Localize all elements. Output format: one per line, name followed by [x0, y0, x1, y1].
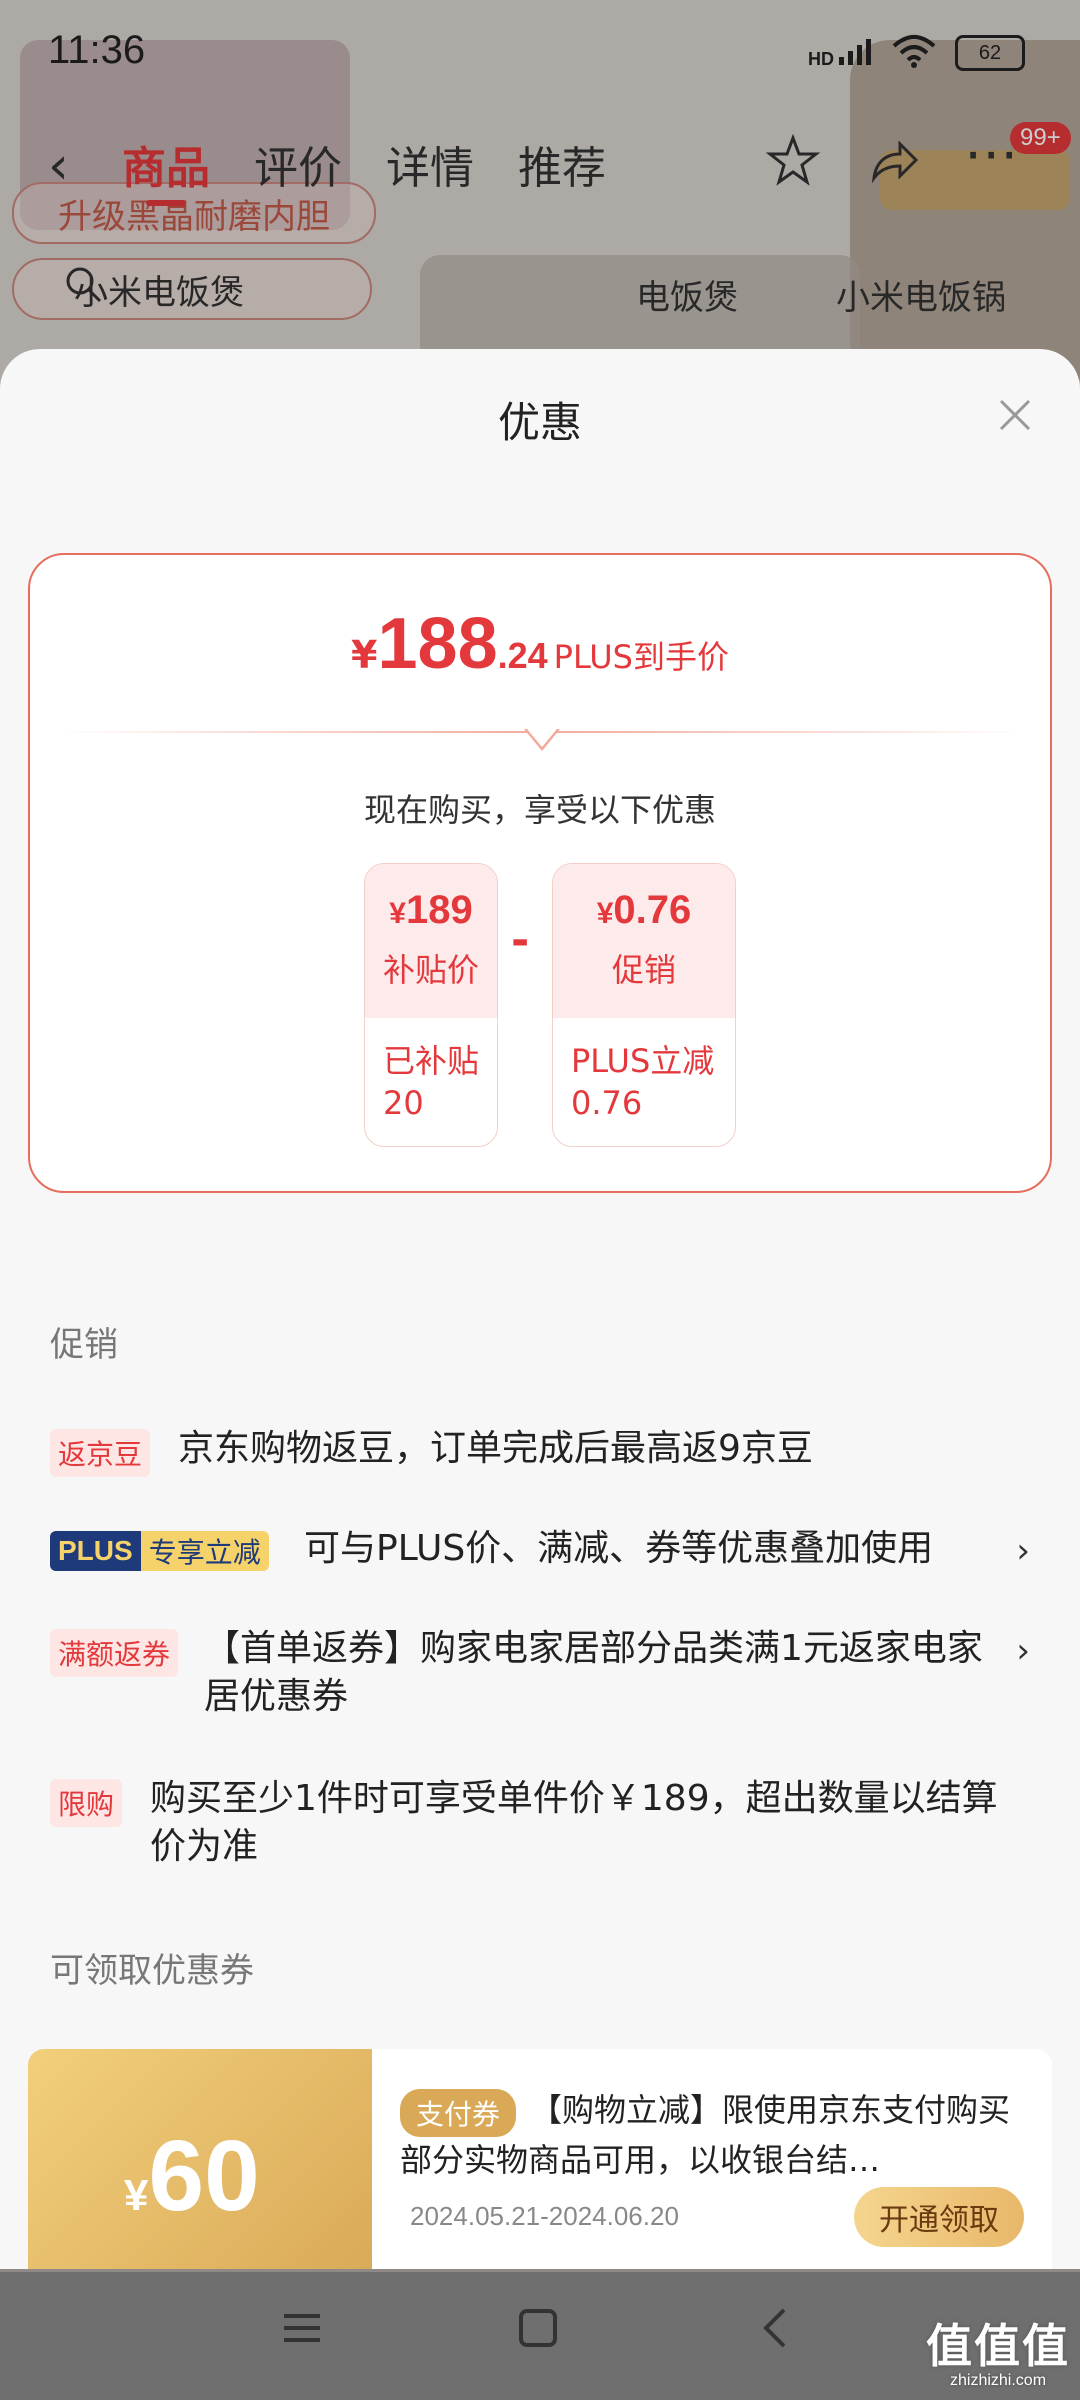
final-price: ¥188.24 PLUS到手价 — [351, 604, 729, 684]
coupon-section-title: 可领取优惠券 — [50, 1951, 254, 1991]
close-icon[interactable] — [998, 393, 1032, 439]
promo-row-purchase-limit: 限购 购买至少1件时可享受单件价￥189，超出数量以结算价为准 — [50, 1778, 1030, 1879]
sheet-title: 优惠 — [497, 398, 582, 447]
watermark-logo: 值值值 — [926, 2319, 1070, 2373]
coupon-card: ¥60 【购物立减】限使用京东支付购买部分实物商品可用，以收银台结… 支付券 2… — [28, 2049, 1052, 2269]
claim-coupon-button[interactable]: 开通领取 — [854, 2187, 1024, 2247]
system-nav-bar — [0, 2272, 1080, 2400]
watermark-url: zhizhizhi.com — [950, 2372, 1047, 2389]
promo-text: 购买至少1件时可享受单件价￥189，超出数量以结算价为准 — [150, 1778, 998, 1867]
subsidy-detail: 已补贴20 — [383, 1042, 480, 1122]
coupon-amount-panel: ¥60 — [28, 2049, 372, 2269]
promo-discount-detail: PLUS立减0.76 — [571, 1042, 715, 1122]
promo-row-jingdou: 返京豆 京东购物返豆，订单完成后最高返9京豆 — [50, 1428, 1030, 1479]
promo-tag: 限购 — [50, 1779, 123, 1827]
coupon-type-tag: 支付券 — [400, 2089, 517, 2137]
menu-icon[interactable] — [282, 2302, 322, 2360]
promo-section-title: 促销 — [50, 1325, 118, 1365]
coupon-amount: ¥60 — [124, 2120, 260, 2232]
discount-intro: 现在购买，享受以下优惠 — [363, 791, 716, 829]
plus-tag: PLUS 专享立减 — [50, 1531, 269, 1571]
promo-row-plus[interactable]: PLUS 专享立减 可与PLUS价、满减、券等优惠叠加使用 › — [50, 1528, 1030, 1579]
home-icon[interactable] — [518, 2302, 558, 2360]
promo-tag: 返京豆 — [50, 1429, 151, 1477]
promo-row-coupon-return[interactable]: 满额返券 【首单返券】购家电家居部分品类满1元返家电家居优惠券 › — [50, 1628, 1030, 1729]
price-summary-card: ¥188.24 PLUS到手价 现在购买，享受以下优惠 ¥189 补贴价 已补贴2… — [28, 553, 1052, 1193]
promo-text: 可与PLUS价、满减、券等优惠叠加使用 — [304, 1528, 934, 1569]
chevron-right-icon[interactable]: › — [1016, 1631, 1030, 1671]
promo-tag: 满额返券 — [50, 1629, 179, 1677]
coupon-date-range: 2024.05.21-2024.06.20 — [410, 2201, 679, 2231]
promo-text: 【首单返券】购家电家居部分品类满1元返家电家居优惠券 — [204, 1628, 983, 1717]
promo-discount-card: ¥0.76 促销 PLUS立减0.76 — [552, 863, 736, 1147]
promotion-sheet: 优惠 ¥188.24 PLUS到手价 现在购买，享受以下优惠 ¥189 补贴价 已… — [0, 349, 1080, 2269]
promo-text: 京东购物返豆，订单完成后最高返9京豆 — [178, 1428, 813, 1469]
subsidy-price-card: ¥189 补贴价 已补贴20 — [364, 863, 498, 1147]
chevron-right-icon[interactable]: › — [1016, 1531, 1030, 1571]
minus-sign: - — [511, 915, 530, 966]
back-nav-icon[interactable] — [756, 2302, 796, 2360]
